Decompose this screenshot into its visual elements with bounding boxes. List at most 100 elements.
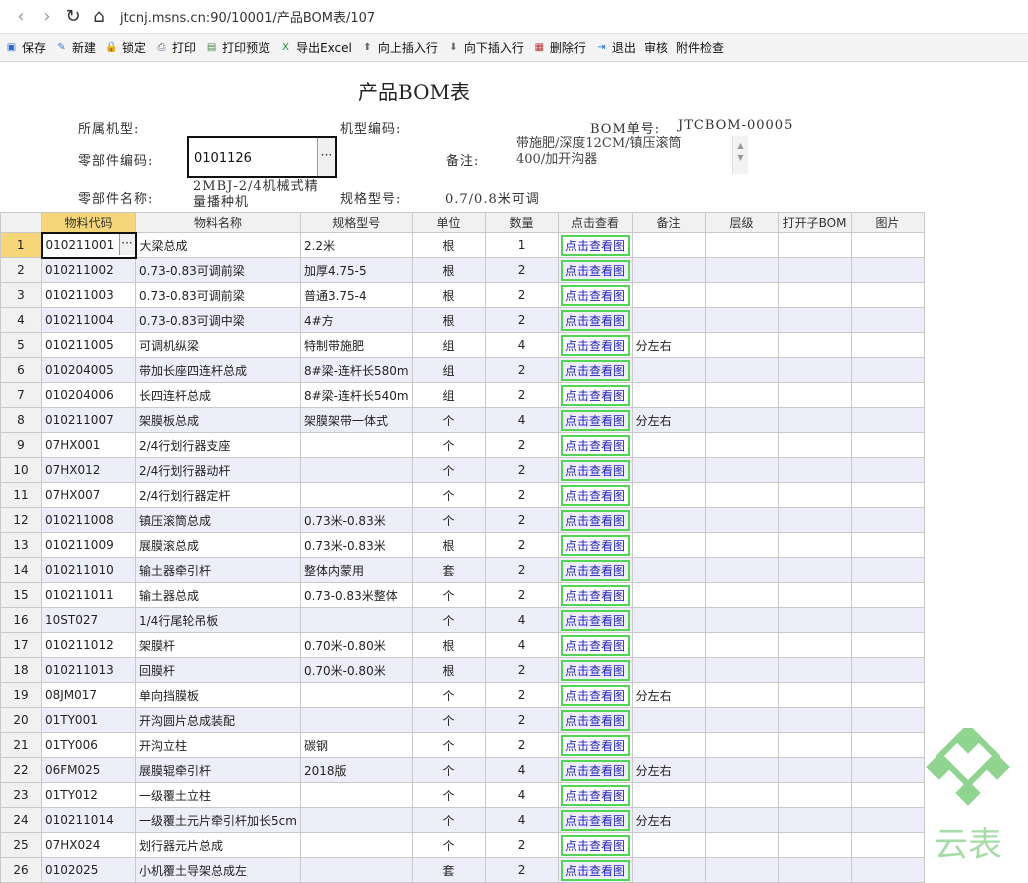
toolbar-button-6[interactable]: ⬆ 向上插入行: [360, 39, 438, 56]
cell-image[interactable]: [850, 332, 925, 358]
cell-level[interactable]: [704, 607, 779, 633]
view-image-link[interactable]: 点击查看图: [560, 784, 630, 806]
cell-unit[interactable]: 根: [411, 632, 486, 658]
cell-code[interactable]: 010211002: [41, 257, 136, 283]
reload-icon[interactable]: ↻: [60, 4, 86, 30]
cell-qty[interactable]: 2: [484, 357, 559, 383]
cell-unit[interactable]: 根: [411, 282, 486, 308]
cell-unit[interactable]: 个: [411, 732, 486, 758]
cell-spec[interactable]: [299, 782, 413, 808]
lookup-button[interactable]: ···: [317, 138, 335, 176]
cell-unit[interactable]: 个: [411, 432, 486, 458]
cell-image[interactable]: [850, 807, 925, 833]
cell-spec[interactable]: 0.73米-0.83米: [299, 532, 413, 558]
cell-level[interactable]: [704, 857, 779, 883]
cell-code[interactable]: 010211011: [41, 582, 136, 608]
cell-view[interactable]: 点击查看图: [557, 732, 633, 758]
cell-qty[interactable]: 2: [484, 682, 559, 708]
view-image-link[interactable]: 点击查看图: [560, 334, 630, 356]
cell-qty[interactable]: 2: [484, 557, 559, 583]
cell-level[interactable]: [704, 507, 779, 533]
view-image-link[interactable]: 点击查看图: [560, 359, 630, 381]
cell-qty[interactable]: 4: [484, 407, 559, 433]
cell-note[interactable]: [631, 857, 706, 883]
view-image-link[interactable]: 点击查看图: [560, 709, 630, 731]
cell-unit[interactable]: 个: [411, 407, 486, 433]
cell-spec[interactable]: [299, 832, 413, 858]
cell-unit[interactable]: 个: [411, 757, 486, 783]
cell-unit[interactable]: 根: [411, 657, 486, 683]
row-number[interactable]: 1: [0, 232, 42, 258]
cell-name[interactable]: 展膜滚总成: [135, 532, 301, 558]
cell-name[interactable]: 长四连杆总成: [135, 382, 301, 408]
cell-note[interactable]: [631, 357, 706, 383]
cell-note[interactable]: [631, 507, 706, 533]
view-image-link[interactable]: 点击查看图: [560, 659, 630, 681]
cell-level[interactable]: [704, 582, 779, 608]
cell-level[interactable]: [704, 482, 779, 508]
cell-unit[interactable]: 个: [411, 582, 486, 608]
row-number[interactable]: 5: [0, 332, 42, 358]
cell-code[interactable]: 010211009: [41, 532, 136, 558]
cell-spec[interactable]: 8#梁-连杆长580m: [299, 357, 413, 383]
cell-spec[interactable]: 架膜架带一体式: [299, 407, 413, 433]
cell-note[interactable]: [631, 657, 706, 683]
cell-name[interactable]: 开沟立柱: [135, 732, 301, 758]
cell-image[interactable]: [850, 732, 925, 758]
cell-note[interactable]: [631, 832, 706, 858]
toolbar-button-3[interactable]: ⎙ 打印: [154, 39, 197, 56]
cell-unit[interactable]: 套: [411, 857, 486, 883]
row-number[interactable]: 6: [0, 357, 42, 383]
column-header-7[interactable]: 备注: [631, 212, 706, 233]
view-image-link[interactable]: 点击查看图: [560, 234, 630, 256]
cell-spec[interactable]: [299, 432, 413, 458]
cell-sub-bom[interactable]: [777, 732, 852, 758]
cell-view[interactable]: 点击查看图: [557, 457, 633, 483]
cell-sub-bom[interactable]: [777, 282, 852, 308]
cell-unit[interactable]: 个: [411, 707, 486, 733]
cell-code[interactable]: 06FM025: [41, 757, 136, 783]
cell-unit[interactable]: 根: [411, 257, 486, 283]
cell-level[interactable]: [704, 382, 779, 408]
cell-sub-bom[interactable]: [777, 382, 852, 408]
cell-sub-bom[interactable]: [777, 232, 852, 258]
toolbar-button-4[interactable]: ▤ 打印预览: [204, 39, 270, 56]
cell-name[interactable]: 展膜辊牵引杆: [135, 757, 301, 783]
cell-lookup-button[interactable]: ···: [118, 234, 134, 255]
cell-sub-bom[interactable]: [777, 857, 852, 883]
view-image-link[interactable]: 点击查看图: [560, 634, 630, 656]
cell-note[interactable]: [631, 282, 706, 308]
url-text[interactable]: jtcnj.msns.cn:90/10001/产品BOM表/107: [120, 7, 375, 26]
cell-image[interactable]: [850, 757, 925, 783]
cell-note[interactable]: 分左右: [631, 757, 706, 783]
cell-level[interactable]: [704, 757, 779, 783]
cell-code[interactable]: 07HX001: [41, 432, 136, 458]
cell-image[interactable]: [850, 257, 925, 283]
cell-unit[interactable]: 根: [411, 307, 486, 333]
cell-unit[interactable]: 组: [411, 332, 486, 358]
cell-name[interactable]: 0.73-0.83可调前梁: [135, 257, 301, 283]
view-image-link[interactable]: 点击查看图: [560, 259, 630, 281]
cell-view[interactable]: 点击查看图: [557, 632, 633, 658]
cell-sub-bom[interactable]: [777, 607, 852, 633]
cell-qty[interactable]: 2: [484, 532, 559, 558]
cell-spec[interactable]: [299, 482, 413, 508]
cell-note[interactable]: 分左右: [631, 332, 706, 358]
column-header-8[interactable]: 层级: [704, 212, 779, 233]
cell-level[interactable]: [704, 257, 779, 283]
cell-view[interactable]: 点击查看图: [557, 407, 633, 433]
column-header-0[interactable]: [0, 212, 42, 233]
view-image-link[interactable]: 点击查看图: [560, 834, 630, 856]
cell-unit[interactable]: 根: [411, 532, 486, 558]
row-number[interactable]: 24: [0, 807, 42, 833]
cell-qty[interactable]: 2: [484, 582, 559, 608]
cell-note[interactable]: [631, 557, 706, 583]
cell-note[interactable]: [631, 607, 706, 633]
row-number[interactable]: 8: [0, 407, 42, 433]
cell-note[interactable]: 分左右: [631, 682, 706, 708]
toolbar-button-8[interactable]: ▦ 删除行: [532, 39, 586, 56]
cell-name[interactable]: 1/4行尾轮吊板: [135, 607, 301, 633]
cell-qty[interactable]: 4: [484, 632, 559, 658]
cell-unit[interactable]: 组: [411, 357, 486, 383]
cell-name[interactable]: 开沟圆片总成装配: [135, 707, 301, 733]
